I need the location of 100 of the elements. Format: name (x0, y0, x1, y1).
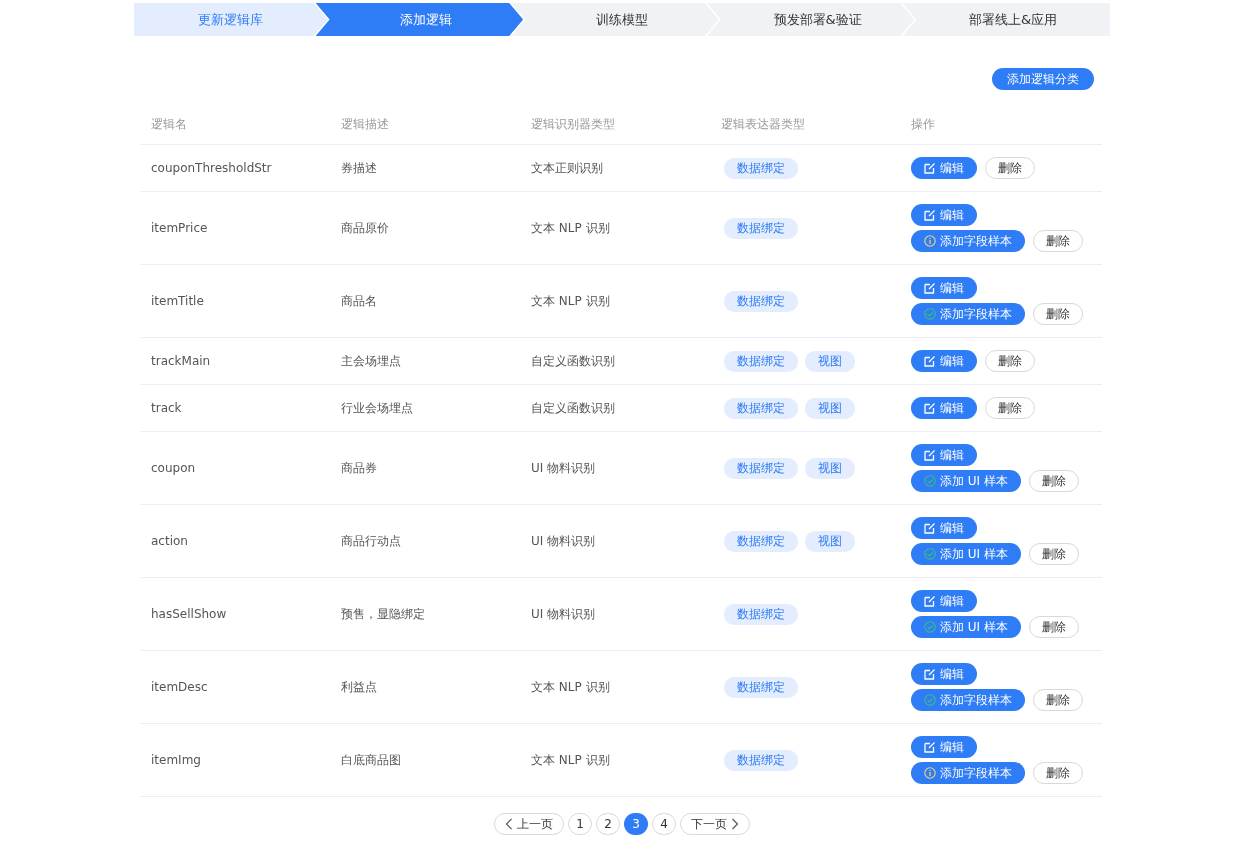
edit-icon (924, 449, 936, 461)
edit-button[interactable]: 编辑 (911, 350, 977, 372)
logic-name: hasSellShow (151, 607, 227, 621)
logic-name: track (151, 401, 182, 415)
recognizer-type: UI 物料识别 (531, 533, 596, 548)
logic-description: 预售，显隐绑定 (341, 606, 425, 621)
edit-icon (924, 522, 936, 534)
add-sample-button[interactable]: 添加 UI 样本 (911, 616, 1021, 638)
next-page-button[interactable]: 下一页 (680, 813, 750, 835)
delete-button[interactable]: 删除 (1033, 303, 1083, 325)
edit-icon (924, 282, 936, 294)
recognizer-type: UI 物料识别 (531, 460, 596, 475)
logic-name: itemImg (151, 753, 201, 767)
expressor-tag: 数据绑定 (724, 676, 798, 698)
page-button[interactable]: 1 (568, 813, 592, 835)
edit-button[interactable]: 编辑 (911, 277, 977, 299)
logic-name: action (151, 534, 188, 548)
recognizer-type: 文本正则识别 (531, 160, 603, 175)
edit-icon (924, 741, 936, 753)
edit-icon (924, 668, 936, 680)
edit-button[interactable]: 编辑 (911, 663, 977, 685)
previous-page-button[interactable]: 上一页 (494, 813, 564, 835)
expressor-tag: 数据绑定 (724, 530, 798, 552)
logic-name: coupon (151, 461, 196, 475)
expressor-tag: 数据绑定 (724, 350, 798, 372)
delete-button[interactable]: 删除 (985, 350, 1035, 372)
logic-description: 行业会场埋点 (341, 400, 413, 415)
page-button[interactable]: 4 (652, 813, 676, 835)
edit-button[interactable]: 编辑 (911, 157, 977, 179)
recognizer-type: 自定义函数识别 (531, 400, 615, 415)
logic-description: 主会场埋点 (341, 353, 401, 368)
logic-description: 商品券 (341, 460, 377, 475)
logic-description: 利益点 (341, 679, 377, 694)
expressor-tag: 数据绑定 (724, 290, 798, 312)
logic-description: 商品原价 (341, 220, 389, 235)
expressor-tag: 视图 (805, 397, 855, 419)
delete-button[interactable]: 删除 (1028, 470, 1079, 492)
expressor-tag: 视图 (805, 530, 855, 552)
add-sample-button[interactable]: 添加 UI 样本 (911, 470, 1021, 492)
edit-button[interactable]: 编辑 (911, 517, 977, 539)
page-button[interactable]: 2 (596, 813, 620, 835)
expressor-tag: 数据绑定 (724, 157, 798, 179)
delete-button[interactable]: 删除 (1033, 689, 1083, 711)
delete-button[interactable]: 删除 (1028, 616, 1079, 638)
expressor-tag: 数据绑定 (724, 457, 798, 479)
recognizer-type: 文本 NLP 识别 (531, 752, 610, 767)
expressor-tag: 视图 (805, 457, 855, 479)
edit-button[interactable]: 编辑 (911, 444, 977, 466)
edit-button[interactable]: 编辑 (911, 736, 977, 758)
add-sample-button[interactable]: 添加字段样本 (911, 230, 1025, 252)
delete-button[interactable]: 删除 (1033, 762, 1083, 784)
logic-name: itemPrice (151, 221, 208, 235)
step-tab[interactable]: 训练模型 (511, 3, 719, 36)
edit-icon (924, 209, 936, 221)
logic-name: itemDesc (151, 680, 208, 694)
page-button[interactable]: 3 (624, 813, 648, 835)
logic-description: 商品行动点 (341, 533, 401, 548)
step-tab[interactable]: 部署线上&应用 (902, 3, 1110, 36)
expressor-tag: 数据绑定 (724, 749, 798, 771)
step-tab[interactable]: 预发部署&验证 (706, 3, 915, 36)
logic-name: trackMain (151, 354, 211, 368)
recognizer-type: 文本 NLP 识别 (531, 220, 610, 235)
column-header: 逻辑识别器类型 (530, 115, 616, 133)
chevron-left-icon (505, 818, 513, 830)
recognizer-type: 文本 NLP 识别 (531, 293, 610, 308)
chevron-right-icon (731, 818, 739, 830)
expressor-tag: 数据绑定 (724, 603, 798, 625)
logic-name: couponThresholdStr (151, 161, 272, 175)
expressor-tag: 数据绑定 (724, 397, 798, 419)
expressor-tag: 视图 (805, 350, 855, 372)
logic-description: 商品名 (341, 293, 377, 308)
column-header: 逻辑描述 (340, 115, 390, 133)
recognizer-type: 文本 NLP 识别 (531, 679, 610, 694)
delete-button[interactable]: 删除 (1028, 543, 1079, 565)
delete-button[interactable]: 删除 (985, 157, 1035, 179)
edit-button[interactable]: 编辑 (911, 397, 977, 419)
delete-button[interactable]: 删除 (1033, 230, 1083, 252)
step-tab[interactable]: 添加逻辑 (315, 3, 524, 36)
column-header: 操作 (910, 115, 936, 133)
add-sample-button[interactable]: 添加字段样本 (911, 689, 1025, 711)
delete-button[interactable]: 删除 (985, 397, 1035, 419)
column-header: 逻辑名 (150, 115, 188, 133)
edit-icon (924, 355, 936, 367)
recognizer-type: 自定义函数识别 (531, 353, 615, 368)
add-sample-button[interactable]: 添加 UI 样本 (911, 543, 1021, 565)
edit-button[interactable]: 编辑 (911, 204, 977, 226)
expressor-tag: 数据绑定 (724, 217, 798, 239)
logic-description: 券描述 (341, 160, 377, 175)
add-sample-button[interactable]: 添加字段样本 (911, 303, 1025, 325)
logic-description: 白底商品图 (341, 752, 401, 767)
edit-button[interactable]: 编辑 (911, 590, 977, 612)
recognizer-type: UI 物料识别 (531, 606, 596, 621)
column-header: 逻辑表达器类型 (720, 115, 806, 133)
edit-icon (924, 402, 936, 414)
add-category-button[interactable]: 添加逻辑分类 (992, 68, 1094, 90)
logic-name: itemTitle (151, 294, 204, 308)
edit-icon (924, 595, 936, 607)
add-sample-button[interactable]: 添加字段样本 (911, 762, 1025, 784)
edit-icon (924, 162, 936, 174)
step-tab[interactable]: 更新逻辑库 (134, 3, 328, 36)
